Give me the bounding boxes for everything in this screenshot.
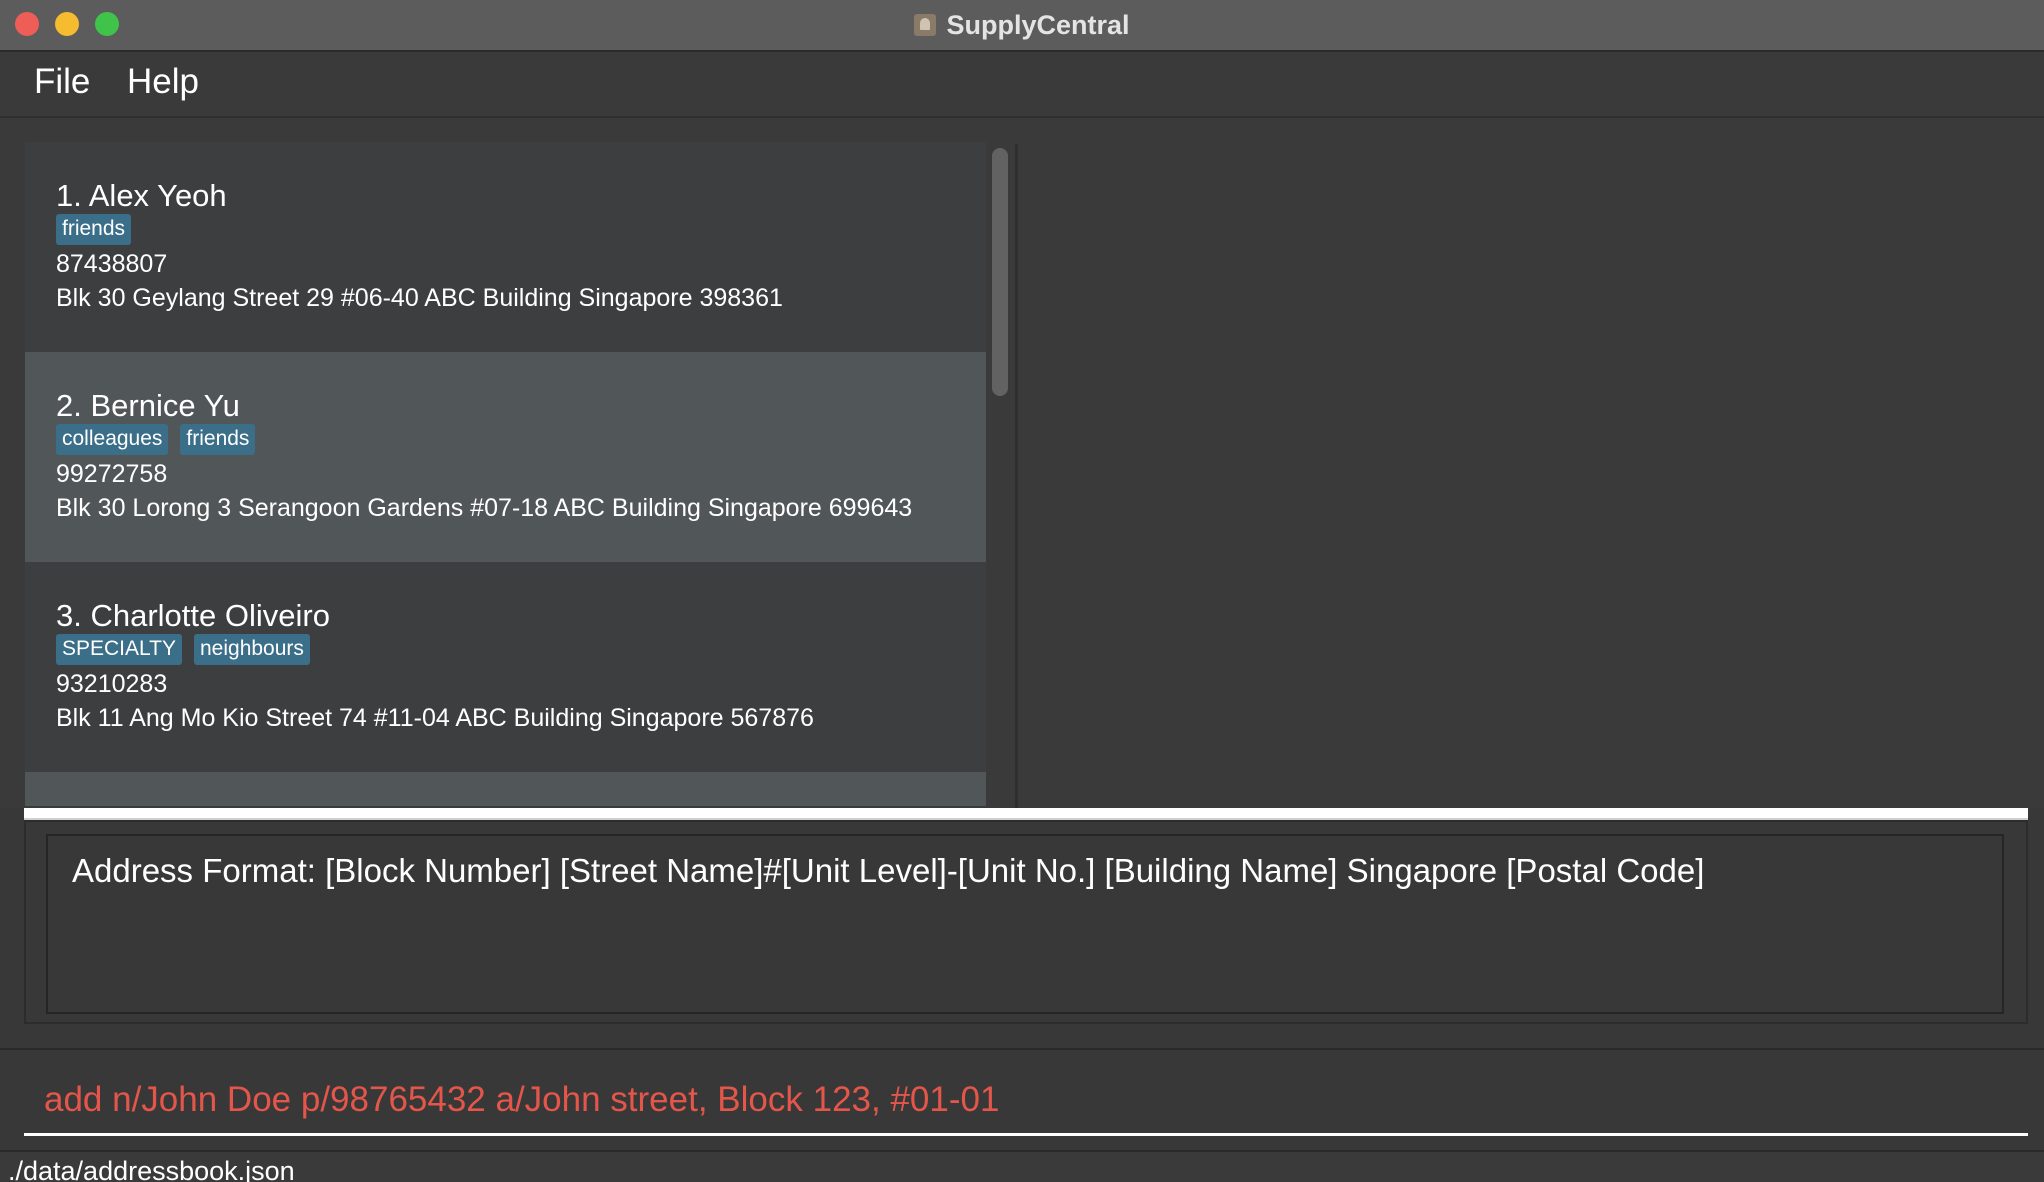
command-box: add n/John Doe p/98765432 a/John street,… bbox=[0, 1048, 2044, 1152]
tag-badge: colleagues bbox=[56, 424, 169, 455]
title-group: SupplyCentral bbox=[0, 0, 2044, 50]
tag-badge: neighbours bbox=[193, 634, 310, 665]
person-card[interactable]: 1. Alex Yeoh friends 87438807 Blk 30 Gey… bbox=[25, 142, 986, 352]
app-icon bbox=[914, 14, 937, 36]
tag-list: colleagues friends bbox=[56, 424, 256, 455]
person-phone: 93210283 bbox=[56, 670, 168, 698]
person-card[interactable]: 3. Charlotte Oliveiro SPECIALTY neighbou… bbox=[25, 562, 986, 772]
result-display[interactable]: Address Format: [Block Number] [Street N… bbox=[46, 834, 2004, 1014]
scrollbar-thumb[interactable] bbox=[992, 148, 1008, 396]
split-divider[interactable] bbox=[1015, 144, 1018, 808]
person-name: 3. Charlotte Oliveiro bbox=[56, 598, 330, 633]
person-address: Blk 30 Geylang Street 29 #06-40 ABC Buil… bbox=[56, 284, 783, 312]
menu-bar: File Help bbox=[0, 52, 2044, 118]
person-name: 2. Bernice Yu bbox=[56, 388, 240, 423]
person-address: Blk 11 Ang Mo Kio Street 74 #11-04 ABC B… bbox=[56, 704, 814, 732]
list-scrollbar[interactable] bbox=[990, 148, 1010, 806]
app-window: SupplyCentral File Help 1. Alex Yeoh fri… bbox=[0, 0, 2044, 1182]
tag-list: friends bbox=[56, 214, 132, 245]
person-list[interactable]: 1. Alex Yeoh friends 87438807 Blk 30 Gey… bbox=[25, 142, 986, 806]
status-bar: ./data/addressbook.json bbox=[0, 1150, 2044, 1182]
window-title: SupplyCentral bbox=[946, 9, 1130, 40]
save-location: ./data/addressbook.json bbox=[8, 1156, 295, 1182]
menu-file[interactable]: File bbox=[34, 62, 90, 102]
result-message: Address Format: [Block Number] [Street N… bbox=[72, 852, 1705, 889]
person-phone: 87438807 bbox=[56, 250, 168, 278]
tag-badge: friends bbox=[56, 214, 132, 245]
menu-help[interactable]: Help bbox=[127, 62, 199, 102]
person-phone: 99272758 bbox=[56, 460, 168, 488]
tag-badge: friends bbox=[180, 424, 256, 455]
title-bar[interactable]: SupplyCentral bbox=[0, 0, 2044, 52]
tag-badge: SPECIALTY bbox=[56, 634, 182, 665]
command-underline bbox=[24, 1133, 2028, 1136]
main-area: 1. Alex Yeoh friends 87438807 Blk 30 Gey… bbox=[0, 118, 2044, 808]
tag-list: SPECIALTY neighbours bbox=[56, 634, 310, 665]
result-separator bbox=[24, 808, 2028, 820]
person-name: 1. Alex Yeoh bbox=[56, 178, 227, 213]
person-address: Blk 30 Lorong 3 Serangoon Gardens #07-18… bbox=[56, 494, 913, 522]
command-input[interactable]: add n/John Doe p/98765432 a/John street,… bbox=[44, 1080, 999, 1120]
person-card[interactable]: 2. Bernice Yu colleagues friends 9927275… bbox=[25, 352, 986, 562]
person-card-partial[interactable] bbox=[25, 772, 986, 806]
